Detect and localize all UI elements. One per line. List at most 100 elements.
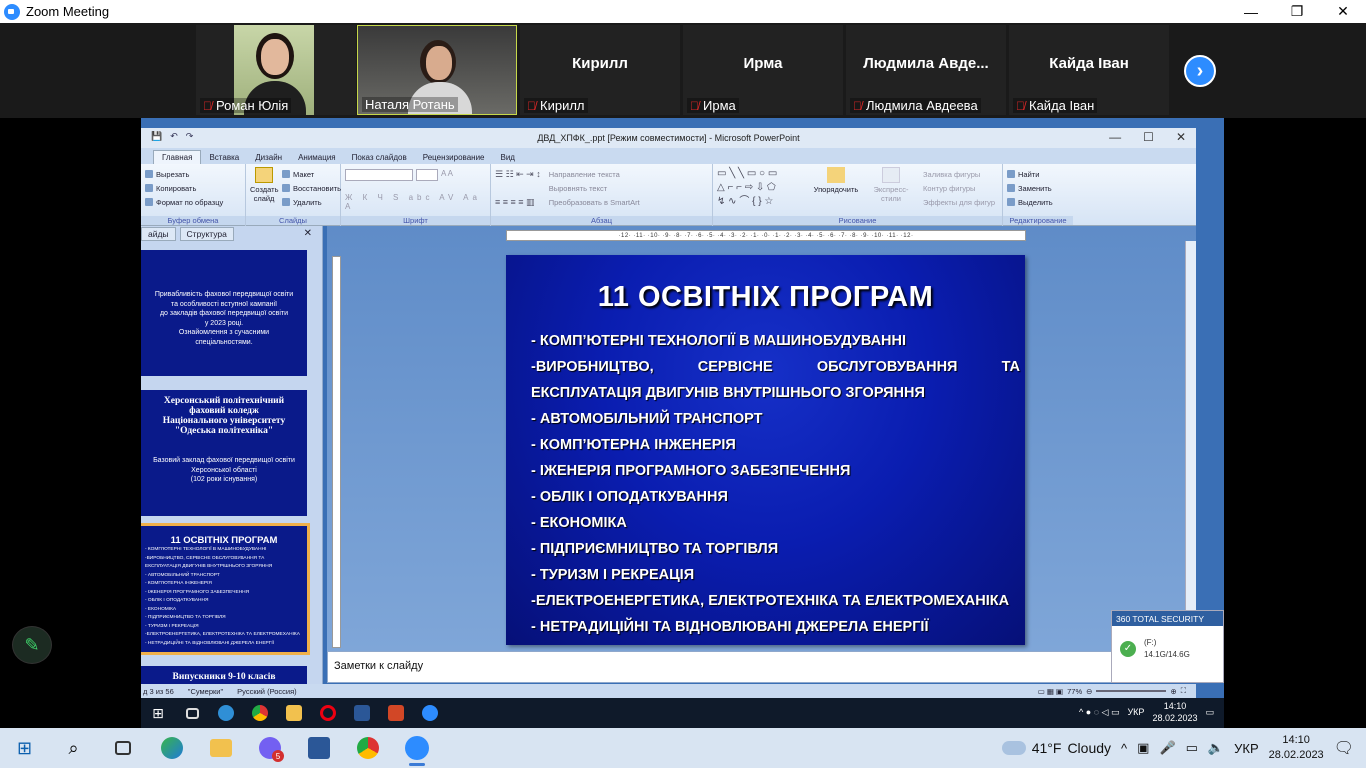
tab-review[interactable]: Рецензирование: [415, 151, 493, 164]
font-size-select[interactable]: [416, 169, 438, 181]
tab-insert[interactable]: Вставка: [201, 151, 247, 164]
chevron-up-icon[interactable]: ^: [1121, 741, 1127, 756]
redo-icon[interactable]: ↷: [186, 131, 194, 142]
participant-tile-active-speaker[interactable]: Наталя Ротань: [357, 25, 517, 115]
battery-icon[interactable]: ▭: [1186, 740, 1198, 756]
start-button[interactable]: ⊞: [0, 728, 49, 768]
word-button[interactable]: [294, 728, 343, 768]
file-explorer-button[interactable]: [196, 728, 245, 768]
close-pane-icon[interactable]: ✕: [298, 227, 318, 240]
zoom-button[interactable]: [392, 728, 441, 768]
tab-design[interactable]: Дизайн: [247, 151, 290, 164]
font-format-buttons[interactable]: Ж К Ч S abc AV Aa A: [345, 193, 486, 211]
shapes-gallery[interactable]: ▭ ╲ ╲ ▭ ○ ▭ △ ⌐ ⌐ ⇨ ⇩ ⬠ ↯ ∿ ⌒ { } ☆: [717, 167, 807, 209]
security-notification[interactable]: 360 TOTAL SECURITY ✓ (F:) 14.1G/14.6G: [1111, 610, 1224, 683]
inner-lang[interactable]: УКР: [1127, 707, 1144, 717]
zoom-control[interactable]: ▭ ▦ ▣ 77% ⊖ ⊕ ⛶: [1038, 686, 1186, 696]
notification-icon[interactable]: ▭: [1205, 707, 1214, 718]
shape-fill-button[interactable]: Заливка фигуры: [923, 167, 995, 181]
slide-title[interactable]: 11 ОСВІТНІХ ПРОГРАМ: [506, 281, 1025, 314]
language-indicator[interactable]: УКР: [1234, 741, 1259, 756]
participant-tile[interactable]: Кирилл 🎙̸ Кирилл: [520, 25, 680, 115]
meeting-icon[interactable]: ▣: [1137, 740, 1149, 756]
slide-thumbnail-3-selected[interactable]: 11 ОСВІТНІХ ПРОГРАМ - КОМП’ЮТЕРНІ ТЕХНОЛ…: [141, 523, 310, 655]
format-painter-button[interactable]: Формат по образцу: [145, 195, 241, 209]
tray-icons[interactable]: ^ ● ◌ ◁ ▭: [1079, 707, 1119, 718]
participant-tile[interactable]: 🎙̸ Роман Юлія: [196, 25, 356, 115]
smartart-button[interactable]: Преобразовать в SmartArt: [549, 195, 640, 209]
edge-icon[interactable]: [209, 698, 243, 728]
tab-animation[interactable]: Анимация: [290, 151, 344, 164]
find-button[interactable]: Найти: [1007, 167, 1069, 181]
replace-button[interactable]: Заменить: [1007, 181, 1069, 195]
view-buttons[interactable]: ▭ ▦ ▣: [1038, 687, 1063, 696]
language-indicator[interactable]: Русский (Россия): [237, 687, 297, 696]
list-buttons[interactable]: ☰ ☷ ⇤ ⇥ ↕ ≡ ≡ ≡ ≡ ▥: [495, 167, 541, 209]
explorer-icon[interactable]: [277, 698, 311, 728]
text-direction-button[interactable]: Направление текста: [549, 167, 640, 181]
zoom-icon[interactable]: [413, 698, 447, 728]
vertical-scrollbar[interactable]: [1185, 241, 1196, 651]
task-view-button[interactable]: [98, 728, 147, 768]
new-slide-button[interactable]: Создать слайд: [250, 167, 279, 209]
tab-slides[interactable]: айды: [141, 227, 176, 241]
zoom-slider[interactable]: [1096, 690, 1167, 692]
ppt-close-button[interactable]: ✕: [1176, 130, 1186, 144]
save-icon[interactable]: 💾: [151, 131, 162, 142]
volume-icon[interactable]: 🔈: [1208, 740, 1224, 756]
fit-slide-icon[interactable]: ⛶: [1181, 686, 1186, 696]
font-family-select[interactable]: [345, 169, 413, 181]
delete-slide-button[interactable]: Удалить: [282, 195, 341, 209]
tab-slideshow[interactable]: Показ слайдов: [344, 151, 415, 164]
tab-view[interactable]: Вид: [493, 151, 523, 164]
minimize-button[interactable]: —: [1228, 0, 1274, 23]
inner-clock[interactable]: 14:10 28.02.2023: [1152, 700, 1197, 724]
copy-button[interactable]: Копировать: [145, 181, 241, 195]
viber-button[interactable]: 5: [245, 728, 294, 768]
select-button[interactable]: Выделить: [1007, 195, 1069, 209]
start-icon[interactable]: ⊞: [141, 698, 175, 728]
ppt-maximize-button[interactable]: ☐: [1143, 130, 1154, 144]
participant-tile[interactable]: Ирма 🎙̸ Ирма: [683, 25, 843, 115]
slide-thumbnail-1[interactable]: Привабливість фахової передвищої освіти …: [141, 250, 307, 376]
shape-outline-button[interactable]: Контур фигуры: [923, 181, 995, 195]
ppt-minimize-button[interactable]: —: [1109, 130, 1121, 144]
slide-thumbnail-4[interactable]: Випускники 9-10 класів: [141, 666, 307, 686]
slide-notes[interactable]: Заметки к слайду: [327, 651, 1196, 683]
zoom-out-icon[interactable]: ⊖: [1086, 687, 1092, 696]
task-view-icon[interactable]: [175, 698, 209, 728]
undo-icon[interactable]: ↶: [170, 131, 178, 142]
align-text-button[interactable]: Выровнять текст: [549, 181, 640, 195]
clock[interactable]: 14:10 28.02.2023: [1269, 733, 1324, 763]
word-icon[interactable]: [345, 698, 379, 728]
annotate-pen-button[interactable]: ✎: [12, 626, 52, 664]
opera-icon[interactable]: [311, 698, 345, 728]
cut-button[interactable]: Вырезать: [145, 167, 241, 181]
slide-bullet-list[interactable]: - КОМП’ЮТЕРНІ ТЕХНОЛОГІЇ В МАШИНОБУДУВАН…: [531, 328, 1020, 640]
current-slide[interactable]: 11 ОСВІТНІХ ПРОГРАМ - КОМП’ЮТЕРНІ ТЕХНОЛ…: [506, 255, 1025, 645]
gallery-next-button[interactable]: ›: [1184, 55, 1216, 87]
edge-button[interactable]: [147, 728, 196, 768]
tab-outline[interactable]: Структура: [179, 227, 234, 241]
layout-button[interactable]: Макет: [282, 167, 341, 181]
quick-styles-button[interactable]: Экспресс-стили: [865, 167, 917, 209]
tab-home[interactable]: Главная: [153, 150, 202, 164]
thumb-text: Херсонської області: [191, 466, 257, 474]
slide-thumbnail-2[interactable]: Херсонський політехнічний фаховий коледж…: [141, 390, 307, 516]
zoom-in-icon[interactable]: ⊕: [1170, 687, 1176, 696]
shape-effects-button[interactable]: Эффекты для фигур: [923, 195, 995, 209]
restore-button[interactable]: ❐: [1274, 0, 1320, 23]
search-button[interactable]: ⌕: [49, 728, 98, 768]
reset-button[interactable]: Восстановить: [282, 181, 341, 195]
mic-icon[interactable]: 🎤: [1159, 740, 1175, 756]
weather-widget[interactable]: 41°F Cloudy: [1001, 740, 1111, 756]
arrange-button[interactable]: Упорядочить: [813, 167, 859, 209]
chrome-icon[interactable]: [243, 698, 277, 728]
close-button[interactable]: ✕: [1320, 0, 1366, 23]
ppt-statusbar: д 3 из 56 "Сумерки" Русский (Россия) ▭ ▦…: [141, 684, 1196, 698]
chrome-button[interactable]: [343, 728, 392, 768]
participant-tile[interactable]: Кайда Іван 🎙̸ Кайда Іван: [1009, 25, 1169, 115]
powerpoint-icon[interactable]: [379, 698, 413, 728]
notification-center-icon[interactable]: 🗨: [1334, 738, 1354, 758]
participant-tile[interactable]: Людмила Авде... 🎙̸ Людмила Авдеева: [846, 25, 1006, 115]
